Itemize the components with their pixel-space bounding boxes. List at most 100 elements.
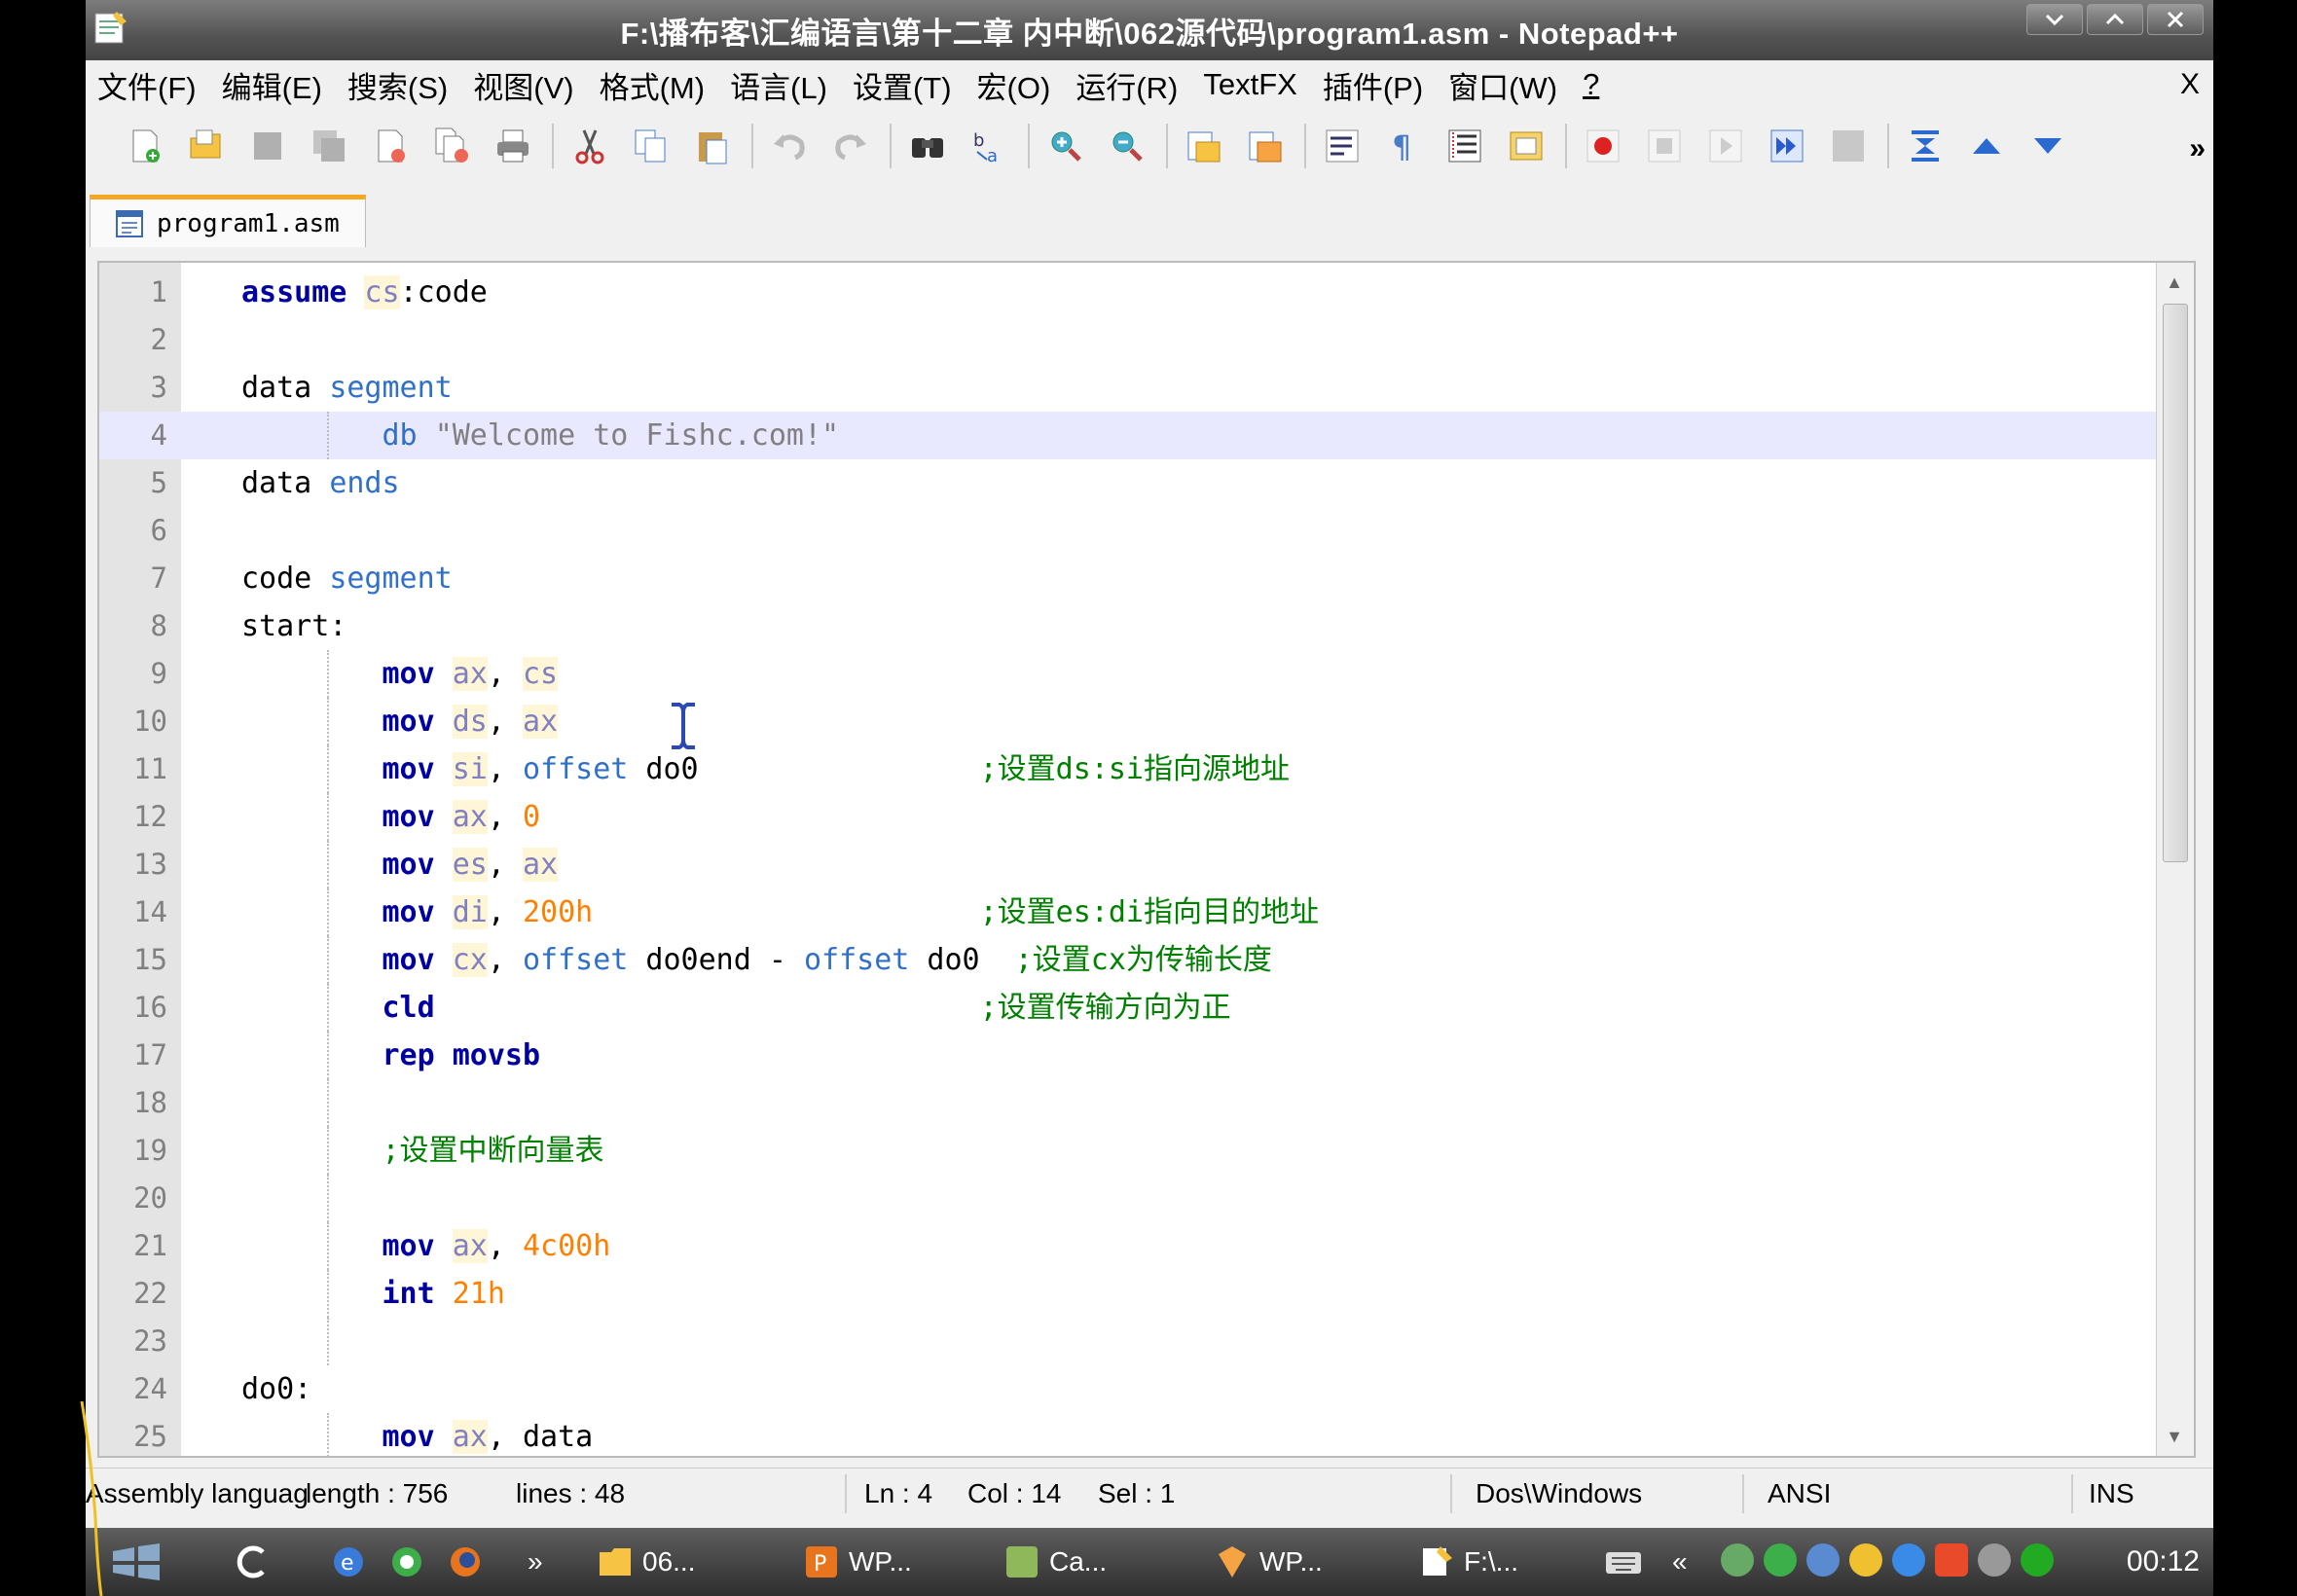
code-editor[interactable]: 1 assume cs:code 2 3 data segment 4 db "Welco… [97, 261, 2196, 1458]
open-file-button[interactable] [184, 124, 229, 168]
maximize-button[interactable] [2087, 4, 2143, 35]
task-wps-writer[interactable]: WP... [1215, 1540, 1323, 1584]
code-line[interactable]: 25 mov ax, data [99, 1413, 2159, 1456]
show-desktop-button[interactable] [232, 1540, 274, 1584]
scroll-up-arrow[interactable]: ▲ [2161, 269, 2188, 296]
line-code[interactable]: data ends [241, 459, 400, 507]
line-code[interactable]: mov ds, ax [241, 698, 559, 745]
line-code[interactable]: mov ax, 0 [241, 793, 540, 841]
next-button[interactable] [2025, 124, 2070, 168]
user-language-button[interactable] [1504, 124, 1549, 168]
line-code[interactable]: mov es, ax [241, 841, 559, 889]
lan-icon[interactable] [1806, 1543, 1840, 1577]
line-code[interactable]: do0: [241, 1365, 311, 1413]
minimize-button[interactable] [2026, 4, 2083, 35]
close-all-button[interactable] [429, 124, 474, 168]
code-line[interactable]: 12 mov ax, 0 [99, 793, 2159, 841]
tab-program1-asm[interactable]: program1.asm [90, 195, 366, 247]
volume-icon[interactable] [1978, 1543, 2011, 1577]
code-line[interactable]: 19 ;设置中断向量表 [99, 1127, 2159, 1175]
task-notepad-plus-plus[interactable]: F:\... [1419, 1540, 1518, 1584]
menu-view[interactable]: 视图(V) [473, 63, 573, 107]
code-line[interactable]: 24 do0: [99, 1365, 2159, 1413]
menu-format[interactable]: 格式(M) [600, 63, 705, 107]
line-code[interactable]: mov cx, offset do0end - offset do0 ;设置cx… [241, 936, 1272, 984]
code-line[interactable]: 7 code segment [99, 555, 2159, 602]
code-line[interactable]: 15 mov cx, offset do0end - offset do0 ;设… [99, 936, 2159, 984]
network-icon[interactable] [1721, 1543, 1754, 1577]
line-code[interactable]: mov di, 200h ;设置es:di指向目的地址 [241, 889, 1319, 936]
show-all-chars-button[interactable]: ¶ [1381, 124, 1426, 168]
print-button[interactable] [491, 124, 535, 168]
paste-button[interactable] [690, 124, 735, 168]
cut-button[interactable] [567, 124, 612, 168]
code-line[interactable]: 2 [99, 316, 2159, 364]
cloud-icon[interactable] [1892, 1543, 1925, 1577]
menu-language[interactable]: 语言(L) [730, 63, 827, 107]
code-line[interactable]: 6 [99, 507, 2159, 555]
code-line[interactable]: 11 mov si, offset do0 ;设置ds:si指向源地址 [99, 745, 2159, 793]
menu-window[interactable]: 窗口(W) [1448, 63, 1557, 107]
menu-run[interactable]: 运行(R) [1076, 63, 1178, 107]
code-line[interactable]: 22 int 21h [99, 1270, 2159, 1318]
line-code[interactable]: cld ;设置传输方向为正 [241, 984, 1231, 1032]
line-code[interactable]: code segment [241, 555, 453, 602]
word-wrap-button[interactable] [1320, 124, 1365, 168]
sogou-icon[interactable] [1935, 1543, 1968, 1577]
code-line[interactable]: 23 [99, 1318, 2159, 1365]
scroll-down-arrow[interactable]: ▼ [2161, 1423, 2188, 1450]
sync-horizontal-button[interactable] [1243, 124, 1288, 168]
code-line[interactable]: 20 [99, 1175, 2159, 1222]
quicklaunch-ie[interactable]: e [331, 1540, 366, 1584]
vertical-scrollbar[interactable]: ▲ ▼ [2156, 263, 2194, 1456]
code-line[interactable]: 8 start: [99, 602, 2159, 650]
previous-button[interactable] [1964, 124, 2009, 168]
quicklaunch-firefox[interactable] [448, 1540, 483, 1584]
close-document-button[interactable]: X [2180, 68, 2200, 101]
close-file-button[interactable] [368, 124, 413, 168]
task-folder[interactable]: 06... [598, 1540, 695, 1584]
copy-button[interactable] [629, 124, 674, 168]
zoom-in-button[interactable] [1043, 124, 1088, 168]
code-line[interactable]: 1 assume cs:code [99, 269, 2159, 316]
line-code[interactable]: mov ax, 4c00h [241, 1222, 610, 1270]
line-code[interactable]: rep movsb [241, 1032, 541, 1079]
menu-plugins[interactable]: 插件(P) [1323, 63, 1423, 107]
zoom-out-button[interactable] [1105, 124, 1149, 168]
code-line[interactable]: 13 mov es, ax [99, 841, 2159, 889]
run-macro-multiple-button[interactable] [1765, 124, 1809, 168]
menu-file[interactable]: 文件(F) [97, 63, 197, 107]
task-wps-presentation[interactable]: P WP... [804, 1540, 912, 1584]
code-line[interactable]: 17 rep movsb [99, 1032, 2159, 1079]
menu-settings[interactable]: 设置(T) [853, 63, 952, 107]
menu-help[interactable]: ? [1583, 67, 1599, 102]
line-code[interactable]: start: [241, 602, 346, 650]
toolbar-overflow-button[interactable]: » [2189, 132, 2206, 165]
360-tray-icon[interactable] [1764, 1543, 1797, 1577]
line-code[interactable]: db "Welcome to Fishc.com!" [241, 412, 840, 459]
code-line[interactable]: 18 [99, 1079, 2159, 1127]
stop-macro-button[interactable] [1642, 124, 1687, 168]
quicklaunch-360[interactable] [389, 1540, 424, 1584]
code-line[interactable]: 21 mov ax, 4c00h [99, 1222, 2159, 1270]
save-all-button[interactable] [307, 124, 351, 168]
play-macro-button[interactable] [1703, 124, 1748, 168]
code-line[interactable]: 3 data segment [99, 364, 2159, 412]
fold-all-button[interactable] [1903, 124, 1948, 168]
line-code[interactable]: mov si, offset do0 ;设置ds:si指向源地址 [241, 745, 1290, 793]
scroll-thumb[interactable] [2163, 304, 2188, 862]
record-status-icon[interactable] [2021, 1543, 2054, 1577]
redo-button[interactable] [828, 124, 873, 168]
menu-textfx[interactable]: TextFX [1203, 67, 1296, 102]
code-line[interactable]: 14 mov di, 200h ;设置es:di指向目的地址 [99, 889, 2159, 936]
undo-button[interactable] [767, 124, 812, 168]
code-line[interactable]: 9 mov ax, cs [99, 650, 2159, 698]
code-line[interactable]: 16 cld ;设置传输方向为正 [99, 984, 2159, 1032]
line-code[interactable]: mov ax, cs [241, 650, 559, 698]
line-code[interactable]: ;设置中断向量表 [241, 1127, 604, 1175]
line-code[interactable]: assume cs:code [241, 269, 488, 316]
task-camtasia[interactable]: Ca... [1004, 1540, 1107, 1584]
menu-edit[interactable]: 编辑(E) [222, 63, 322, 107]
menu-search[interactable]: 搜索(S) [347, 63, 448, 107]
tray-expand-button[interactable]: « [1672, 1540, 1688, 1584]
